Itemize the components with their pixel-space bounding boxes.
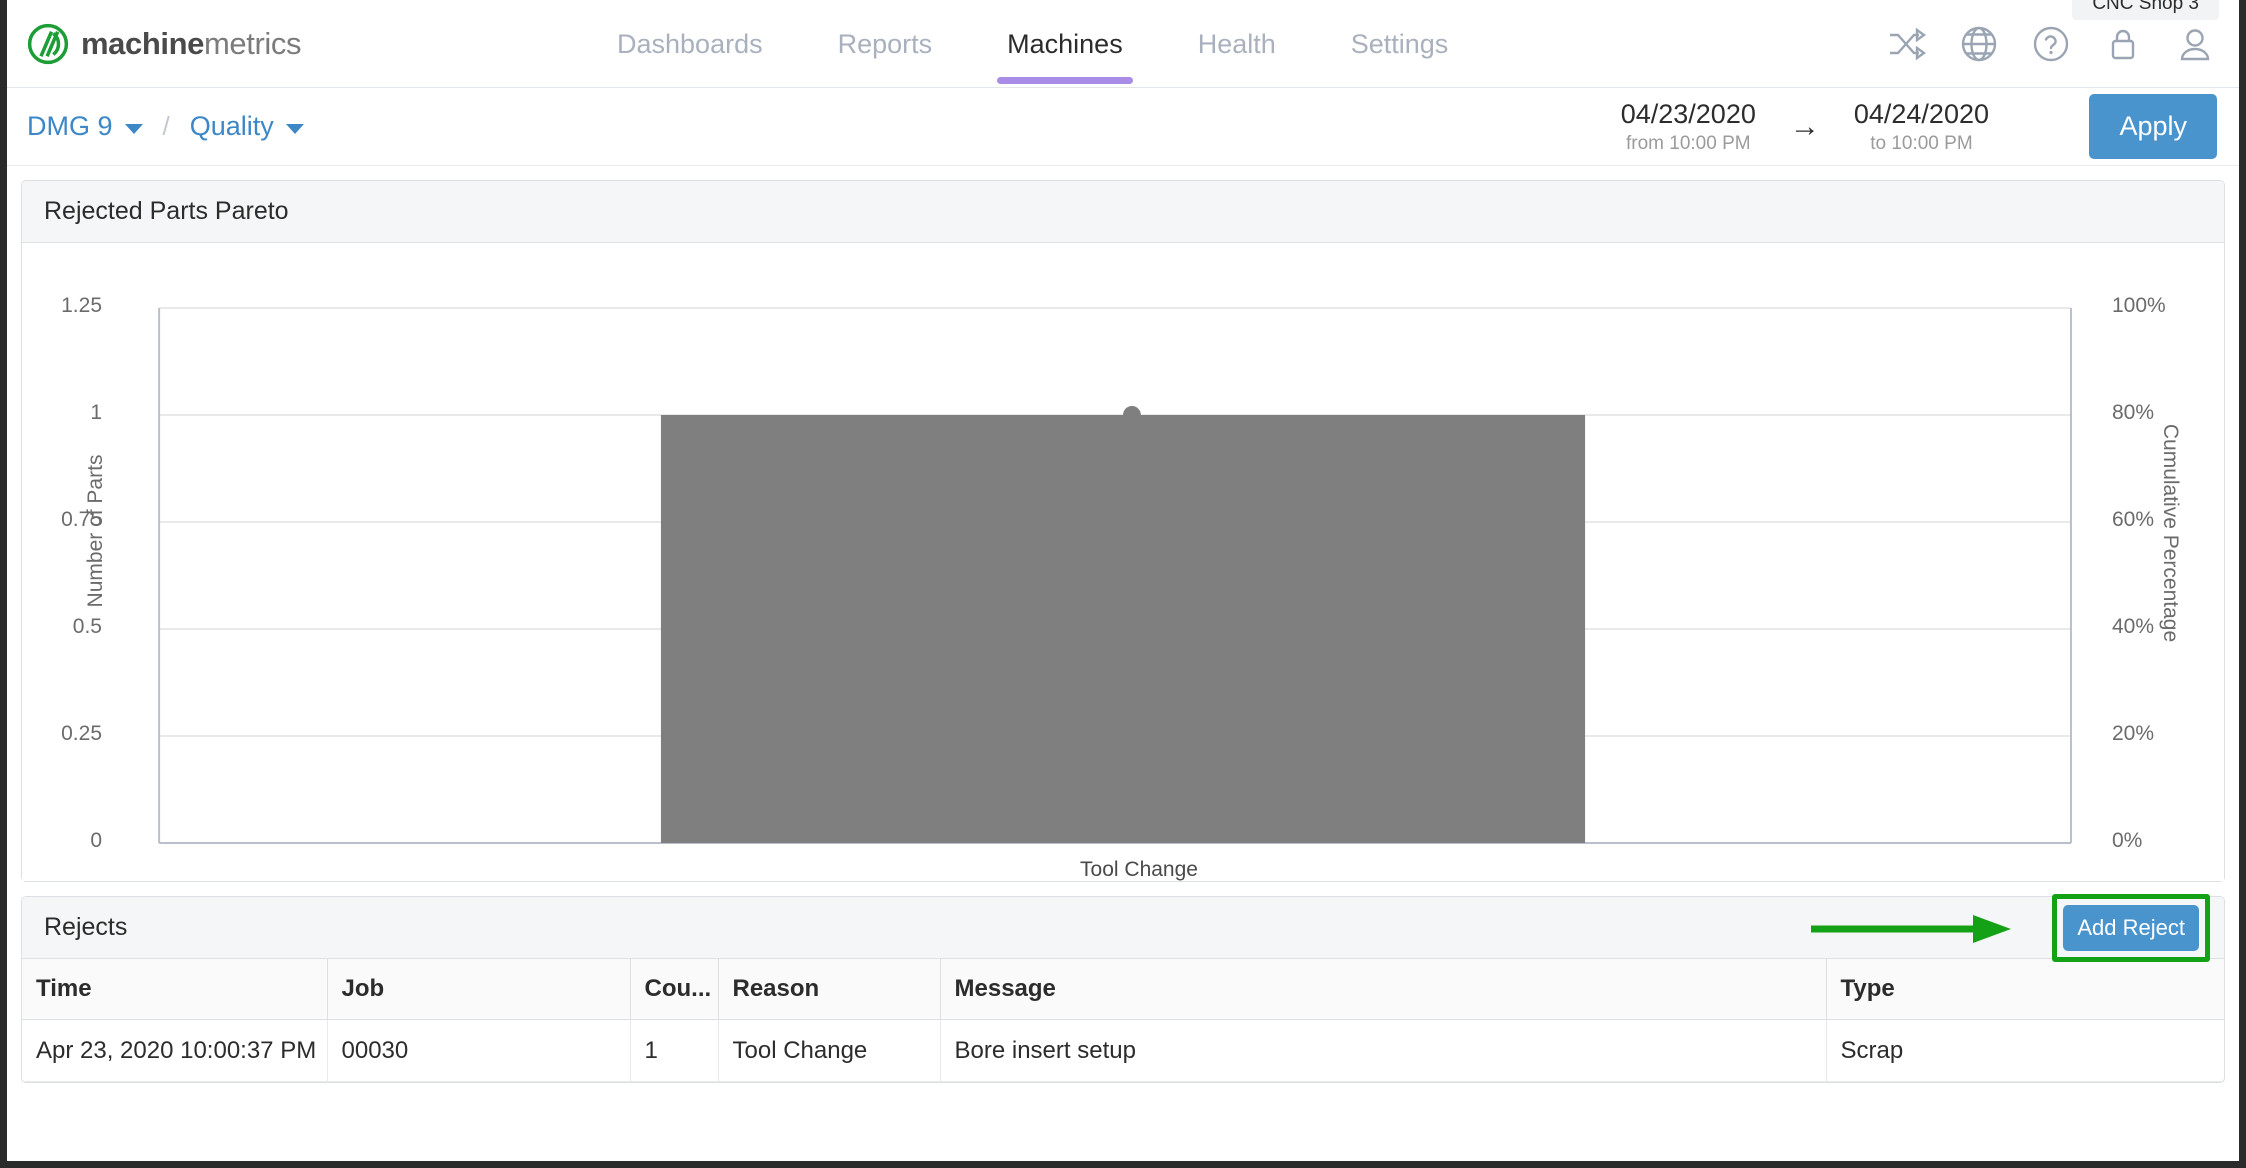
date-range-start[interactable]: 04/23/2020 from 10:00 PM [1621, 99, 1756, 155]
account-tooltip: CNC Shop 3 [2072, 0, 2219, 20]
column-header-count[interactable]: Cou... [630, 959, 719, 1020]
rejects-table-body: Apr 23, 2020 10:00:37 PM 00030 1 Tool Ch… [22, 1019, 2224, 1082]
cumulative-point-tool-change[interactable] [1123, 406, 1141, 424]
chevron-down-icon [285, 123, 304, 134]
annotation-arrow-icon [1809, 912, 2019, 951]
bar-tool-change[interactable] [660, 415, 1586, 843]
breadcrumb-section-label: Quality [189, 111, 274, 141]
date-range-end[interactable]: 04/24/2020 to 10:00 PM [1854, 99, 1989, 155]
rejects-card-header: Rejects Add Reject [22, 893, 2224, 962]
user-icon[interactable] [2173, 22, 2217, 66]
add-reject-button[interactable]: Add Reject [2063, 904, 2199, 951]
column-header-message[interactable]: Message [940, 959, 1827, 1020]
breadcrumb-machine-label: DMG 9 [27, 111, 113, 141]
rejects-card: Rejects Add Reject Time Job Cou... Reaso… [21, 893, 2225, 1083]
machinemetrics-logo-icon [27, 23, 69, 65]
breadcrumb-section-selector[interactable]: Quality [190, 111, 304, 142]
nav-item-dashboards[interactable]: Dashboards [607, 0, 773, 88]
table-header-row: Time Job Cou... Reason Message Type [22, 959, 2224, 1020]
globe-icon[interactable] [1957, 22, 2001, 66]
start-date-value: 04/23/2020 [1620, 98, 1756, 129]
apply-button[interactable]: Apply [2089, 94, 2217, 159]
rejects-header-actions: Add Reject [1811, 893, 2224, 962]
nav-links: Dashboards Reports Machines Health Setti… [607, 0, 1513, 88]
chart-title: Rejected Parts Pareto [44, 197, 289, 225]
cell-job: 00030 [327, 1019, 631, 1082]
pareto-chart[interactable] [22, 243, 2224, 881]
nav-item-reports[interactable]: Reports [828, 0, 943, 88]
nav-item-settings[interactable]: Settings [1341, 0, 1459, 88]
start-time-value: from 10:00 PM [1625, 132, 1751, 154]
date-range-arrow-icon: → [1789, 109, 1820, 143]
cell-message: Bore insert setup [940, 1019, 1827, 1082]
context-toolbar: DMG 9 / Quality 04/23/2020 from 10:00 PM… [7, 88, 2239, 166]
add-reject-highlight-box: Add Reject [2052, 893, 2210, 962]
end-date-value: 04/24/2020 [1853, 98, 1989, 129]
chevron-down-icon [124, 123, 143, 134]
brand-logo-group[interactable]: machinemetrics [27, 23, 301, 65]
rejects-title: Rejects [44, 913, 128, 941]
nav-item-health[interactable]: Health [1188, 0, 1286, 88]
chart-body: Number of Parts 1.25 1 0.75 0.5 0.25 0 1… [22, 243, 2224, 881]
rejects-table: Time Job Cou... Reason Message Type Apr … [22, 959, 2224, 1082]
chart-card-header: Rejected Parts Pareto [22, 181, 2224, 243]
rejected-parts-pareto-card: Rejected Parts Pareto Number of Parts 1.… [21, 180, 2225, 882]
table-row[interactable]: Apr 23, 2020 10:00:37 PM 00030 1 Tool Ch… [22, 1019, 2224, 1082]
app-window: machinemetrics Dashboards Reports Machin… [0, 0, 2246, 1168]
help-icon[interactable] [2029, 22, 2073, 66]
date-range-picker: 04/23/2020 from 10:00 PM → 04/24/2020 to… [1621, 99, 1989, 155]
cell-type: Scrap [1826, 1019, 2224, 1082]
top-navigation-bar: machinemetrics Dashboards Reports Machin… [7, 0, 2239, 88]
cell-time: Apr 23, 2020 10:00:37 PM [22, 1019, 328, 1082]
column-header-type[interactable]: Type [1826, 959, 2224, 1020]
column-header-job[interactable]: Job [327, 959, 631, 1020]
rejects-table-head: Time Job Cou... Reason Message Type [22, 959, 2224, 1020]
lock-icon[interactable] [2101, 22, 2145, 66]
brand-text-light: metrics [203, 25, 302, 61]
shuffle-icon[interactable] [1885, 22, 1929, 66]
cell-count: 1 [630, 1019, 719, 1082]
breadcrumb: DMG 9 / Quality [27, 111, 304, 142]
breadcrumb-machine-selector[interactable]: DMG 9 [27, 111, 143, 142]
cell-reason: Tool Change [718, 1019, 941, 1082]
column-header-time[interactable]: Time [22, 959, 328, 1020]
end-time-value: to 10:00 PM [1870, 132, 1973, 154]
column-header-reason[interactable]: Reason [718, 959, 941, 1020]
nav-item-machines[interactable]: Machines [997, 0, 1133, 88]
brand-text-bold: machine [81, 25, 204, 61]
brand-wordmark: machinemetrics [81, 26, 301, 62]
breadcrumb-separator: / [162, 111, 170, 141]
